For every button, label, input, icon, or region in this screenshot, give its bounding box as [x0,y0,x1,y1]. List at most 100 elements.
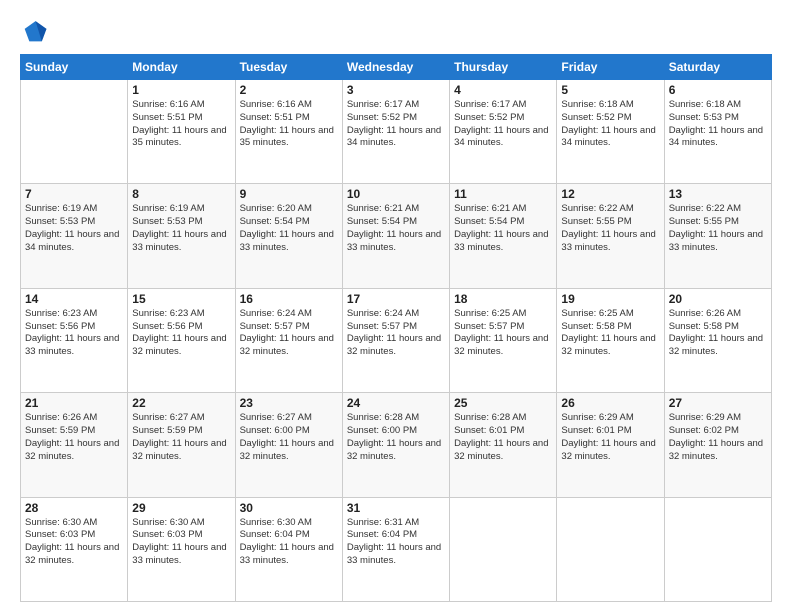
day-number: 14 [25,292,123,306]
day-number: 29 [132,501,230,515]
day-info: Sunrise: 6:22 AMSunset: 5:55 PMDaylight:… [669,203,767,254]
day-number: 15 [132,292,230,306]
calendar-cell: 23 Sunrise: 6:27 AMSunset: 6:00 PMDayligh… [235,393,342,497]
day-info: Sunrise: 6:24 AMSunset: 5:57 PMDaylight:… [240,308,338,359]
calendar-cell: 15 Sunrise: 6:23 AMSunset: 5:56 PMDayligh… [128,288,235,392]
calendar-cell: 2 Sunrise: 6:16 AMSunset: 5:51 PMDaylight… [235,80,342,184]
calendar-cell: 6 Sunrise: 6:18 AMSunset: 5:53 PMDaylight… [664,80,771,184]
day-info: Sunrise: 6:17 AMSunset: 5:52 PMDaylight:… [347,99,445,150]
day-number: 23 [240,396,338,410]
day-number: 10 [347,187,445,201]
day-number: 18 [454,292,552,306]
calendar-cell: 31 Sunrise: 6:31 AMSunset: 6:04 PMDayligh… [342,497,449,601]
weekday-header-row: SundayMondayTuesdayWednesdayThursdayFrid… [21,55,772,80]
weekday-header-monday: Monday [128,55,235,80]
calendar-cell [557,497,664,601]
calendar-cell: 16 Sunrise: 6:24 AMSunset: 5:57 PMDayligh… [235,288,342,392]
day-number: 21 [25,396,123,410]
weekday-header-sunday: Sunday [21,55,128,80]
calendar-cell: 14 Sunrise: 6:23 AMSunset: 5:56 PMDayligh… [21,288,128,392]
calendar-cell: 25Sunrise: 6:28 AMSunset: 6:01 PMDayligh… [450,393,557,497]
calendar-cell: 12 Sunrise: 6:22 AMSunset: 5:55 PMDayligh… [557,184,664,288]
calendar-cell: 7 Sunrise: 6:19 AMSunset: 5:53 PMDaylight… [21,184,128,288]
calendar-cell: 26Sunrise: 6:29 AMSunset: 6:01 PMDayligh… [557,393,664,497]
day-info: Sunrise: 6:23 AMSunset: 5:56 PMDaylight:… [132,308,230,359]
day-number: 1 [132,83,230,97]
day-info: Sunrise: 6:26 AMSunset: 5:58 PMDaylight:… [669,308,767,359]
day-info: Sunrise: 6:27 AMSunset: 5:59 PMDaylight:… [132,412,230,463]
calendar-cell [664,497,771,601]
calendar-cell: 21 Sunrise: 6:26 AMSunset: 5:59 PMDayligh… [21,393,128,497]
calendar-cell: 27Sunrise: 6:29 AMSunset: 6:02 PMDayligh… [664,393,771,497]
day-number: 24 [347,396,445,410]
calendar-cell: 20Sunrise: 6:26 AMSunset: 5:58 PMDayligh… [664,288,771,392]
calendar-cell: 24Sunrise: 6:28 AMSunset: 6:00 PMDayligh… [342,393,449,497]
day-info: Sunrise: 6:25 AMSunset: 5:57 PMDaylight:… [454,308,552,359]
day-info: Sunrise: 6:30 AMSunset: 6:03 PMDaylight:… [132,517,230,568]
calendar-cell: 30 Sunrise: 6:30 AMSunset: 6:04 PMDayligh… [235,497,342,601]
day-number: 30 [240,501,338,515]
weekday-header-thursday: Thursday [450,55,557,80]
weekday-header-wednesday: Wednesday [342,55,449,80]
day-info: Sunrise: 6:16 AMSunset: 5:51 PMDaylight:… [132,99,230,150]
calendar-cell: 22Sunrise: 6:27 AMSunset: 5:59 PMDayligh… [128,393,235,497]
calendar-cell: 9Sunrise: 6:20 AMSunset: 5:54 PMDaylight… [235,184,342,288]
header [20,18,772,46]
weekday-header-saturday: Saturday [664,55,771,80]
day-number: 31 [347,501,445,515]
day-number: 3 [347,83,445,97]
calendar-cell: 18 Sunrise: 6:25 AMSunset: 5:57 PMDayligh… [450,288,557,392]
day-number: 17 [347,292,445,306]
calendar-cell: 4 Sunrise: 6:17 AMSunset: 5:52 PMDaylight… [450,80,557,184]
day-info: Sunrise: 6:25 AMSunset: 5:58 PMDaylight:… [561,308,659,359]
day-info: Sunrise: 6:31 AMSunset: 6:04 PMDaylight:… [347,517,445,568]
day-info: Sunrise: 6:30 AMSunset: 6:04 PMDaylight:… [240,517,338,568]
day-info: Sunrise: 6:30 AMSunset: 6:03 PMDaylight:… [25,517,123,568]
day-info: Sunrise: 6:28 AMSunset: 6:01 PMDaylight:… [454,412,552,463]
calendar-cell: 5Sunrise: 6:18 AMSunset: 5:52 PMDaylight… [557,80,664,184]
calendar-cell: 3 Sunrise: 6:17 AMSunset: 5:52 PMDaylight… [342,80,449,184]
calendar-cell: 10 Sunrise: 6:21 AMSunset: 5:54 PMDayligh… [342,184,449,288]
day-info: Sunrise: 6:26 AMSunset: 5:59 PMDaylight:… [25,412,123,463]
calendar-cell: 1 Sunrise: 6:16 AMSunset: 5:51 PMDaylight… [128,80,235,184]
day-number: 8 [132,187,230,201]
day-number: 2 [240,83,338,97]
day-info: Sunrise: 6:22 AMSunset: 5:55 PMDaylight:… [561,203,659,254]
calendar-cell: 17 Sunrise: 6:24 AMSunset: 5:57 PMDayligh… [342,288,449,392]
day-number: 12 [561,187,659,201]
day-number: 16 [240,292,338,306]
day-number: 5 [561,83,659,97]
day-number: 7 [25,187,123,201]
calendar-cell: 11 Sunrise: 6:21 AMSunset: 5:54 PMDayligh… [450,184,557,288]
day-info: Sunrise: 6:27 AMSunset: 6:00 PMDaylight:… [240,412,338,463]
day-number: 26 [561,396,659,410]
calendar-cell: 8 Sunrise: 6:19 AMSunset: 5:53 PMDaylight… [128,184,235,288]
calendar-cell: 28Sunrise: 6:30 AMSunset: 6:03 PMDayligh… [21,497,128,601]
week-row-0: 1 Sunrise: 6:16 AMSunset: 5:51 PMDaylight… [21,80,772,184]
calendar-table: SundayMondayTuesdayWednesdayThursdayFrid… [20,54,772,602]
day-info: Sunrise: 6:24 AMSunset: 5:57 PMDaylight:… [347,308,445,359]
week-row-4: 28Sunrise: 6:30 AMSunset: 6:03 PMDayligh… [21,497,772,601]
day-info: Sunrise: 6:21 AMSunset: 5:54 PMDaylight:… [347,203,445,254]
day-number: 4 [454,83,552,97]
day-number: 6 [669,83,767,97]
logo [20,18,52,46]
day-info: Sunrise: 6:19 AMSunset: 5:53 PMDaylight:… [132,203,230,254]
weekday-header-friday: Friday [557,55,664,80]
calendar-cell [450,497,557,601]
page: SundayMondayTuesdayWednesdayThursdayFrid… [0,0,792,612]
day-info: Sunrise: 6:29 AMSunset: 6:02 PMDaylight:… [669,412,767,463]
day-info: Sunrise: 6:18 AMSunset: 5:53 PMDaylight:… [669,99,767,150]
week-row-2: 14 Sunrise: 6:23 AMSunset: 5:56 PMDayligh… [21,288,772,392]
day-number: 11 [454,187,552,201]
day-number: 13 [669,187,767,201]
calendar-cell: 19 Sunrise: 6:25 AMSunset: 5:58 PMDayligh… [557,288,664,392]
day-info: Sunrise: 6:21 AMSunset: 5:54 PMDaylight:… [454,203,552,254]
week-row-1: 7 Sunrise: 6:19 AMSunset: 5:53 PMDaylight… [21,184,772,288]
day-number: 19 [561,292,659,306]
day-info: Sunrise: 6:17 AMSunset: 5:52 PMDaylight:… [454,99,552,150]
day-info: Sunrise: 6:19 AMSunset: 5:53 PMDaylight:… [25,203,123,254]
calendar-cell: 29 Sunrise: 6:30 AMSunset: 6:03 PMDayligh… [128,497,235,601]
day-info: Sunrise: 6:23 AMSunset: 5:56 PMDaylight:… [25,308,123,359]
day-info: Sunrise: 6:16 AMSunset: 5:51 PMDaylight:… [240,99,338,150]
